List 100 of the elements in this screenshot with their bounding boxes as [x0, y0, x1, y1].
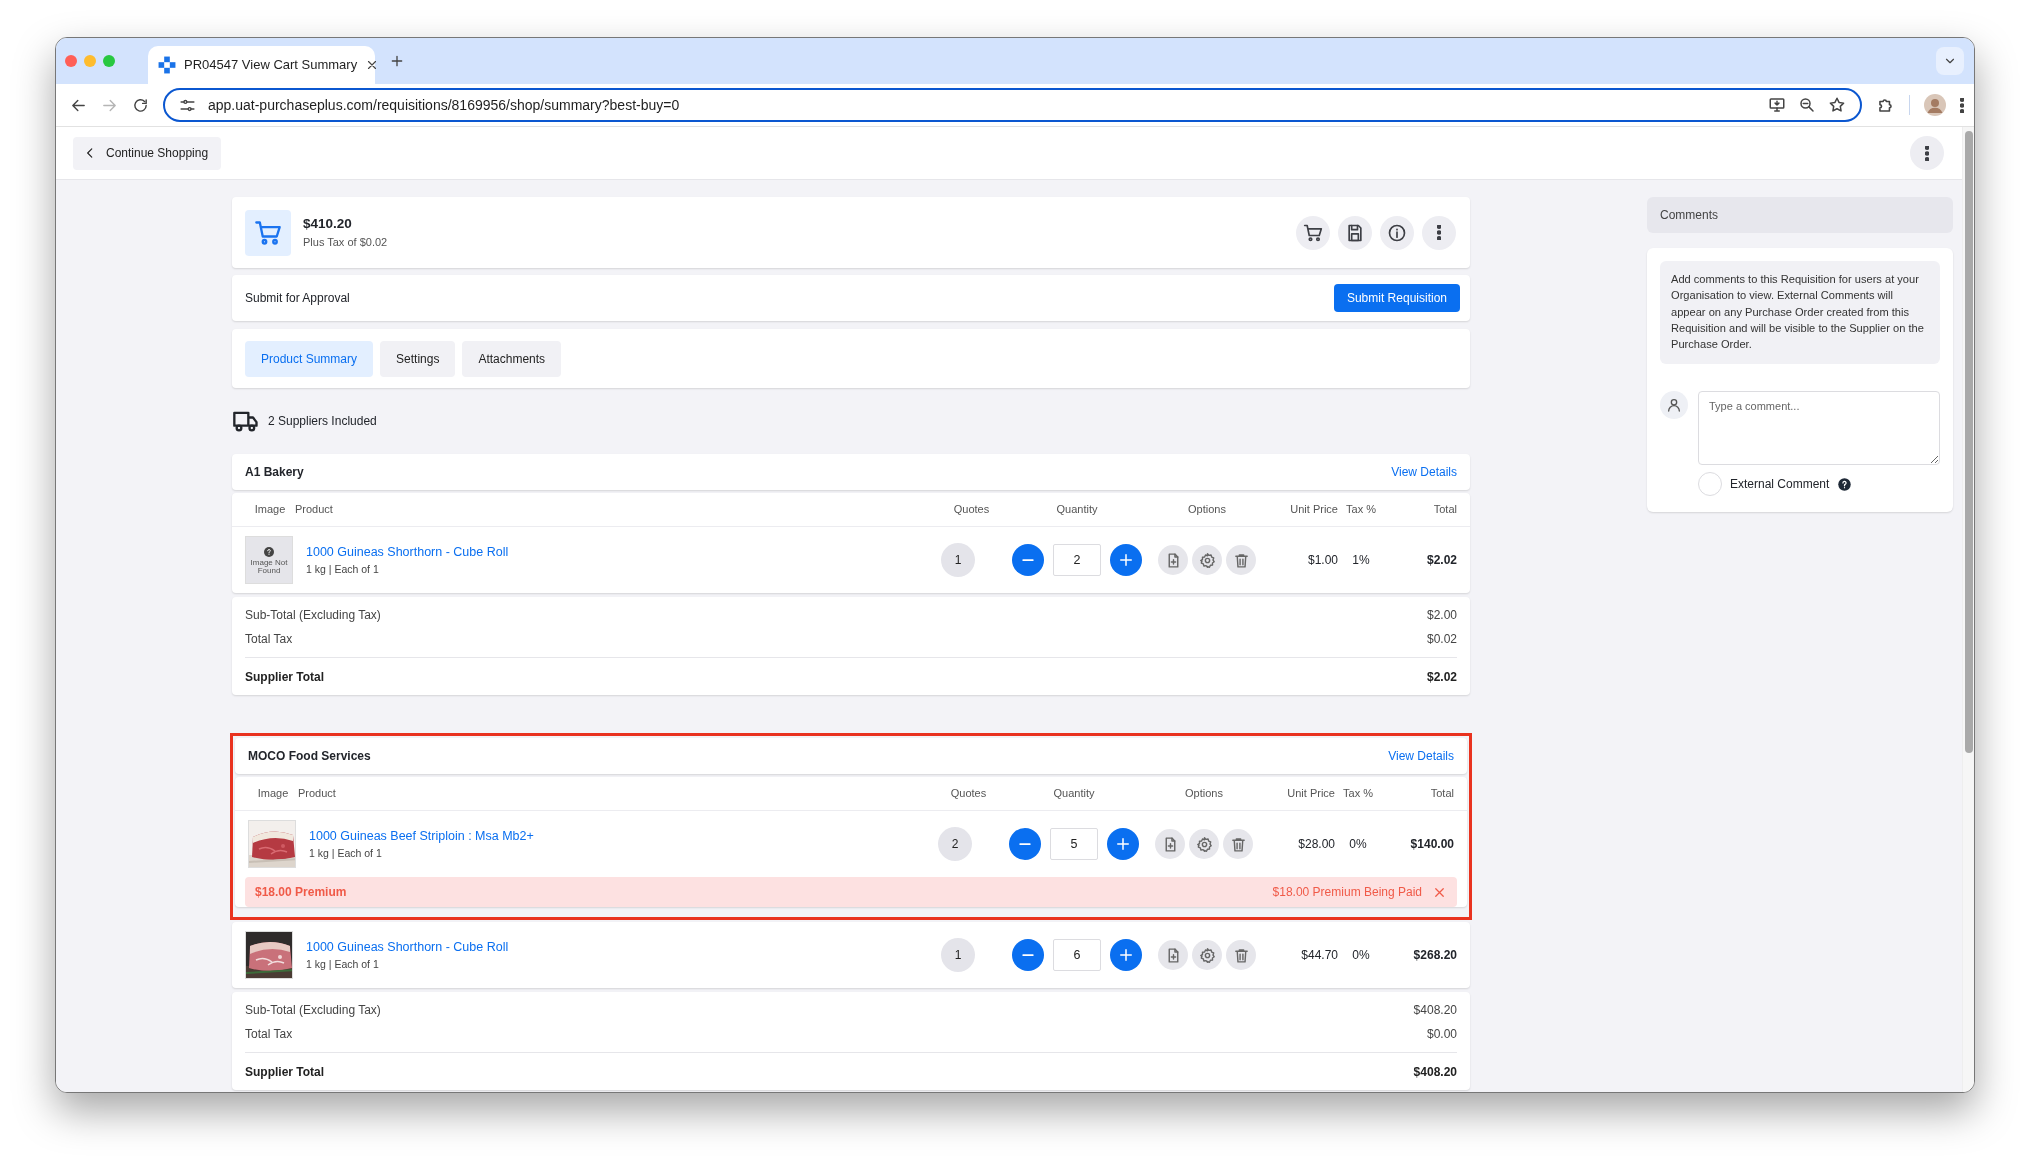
more-options-button[interactable] [1422, 215, 1456, 250]
total-value: $408.20 [1413, 1063, 1457, 1081]
premium-status: $18.00 Premium Being Paid [1272, 884, 1422, 901]
decrease-button[interactable] [1012, 544, 1044, 576]
tax-note: Plus Tax of $0.02 [303, 235, 388, 251]
product-unit: 1 kg | Each of 1 [306, 956, 380, 972]
add-note-button[interactable] [1158, 545, 1188, 575]
star-icon [1827, 96, 1846, 114]
column-header: Product [298, 786, 337, 802]
comment-field[interactable]: Type a comment... [1698, 391, 1940, 466]
view-details-link[interactable]: View Details [1391, 463, 1457, 481]
total-value: $0.02 [1426, 631, 1457, 648]
quantity-field[interactable]: 2 [1053, 544, 1101, 576]
quantity-field[interactable]: 5 [1050, 828, 1098, 860]
info-button[interactable] [1380, 215, 1414, 250]
column-header: Quotes [952, 502, 991, 518]
quantity-field[interactable]: 6 [1053, 939, 1101, 971]
add-note-button[interactable] [1155, 829, 1185, 859]
decrease-button[interactable] [1009, 828, 1041, 860]
browser-menu-button[interactable] [1959, 97, 1964, 113]
total-label: Total Tax [245, 631, 293, 648]
column-header: Options [1187, 502, 1227, 518]
add-note-button[interactable] [1158, 940, 1188, 970]
unit-price: $1.00 [1306, 552, 1338, 569]
trash-icon [1232, 551, 1250, 569]
new-tab-button[interactable] [389, 53, 405, 69]
unit-price: $44.70 [1300, 947, 1338, 964]
gear-icon [1198, 551, 1216, 569]
quotes-button[interactable]: 1 [941, 543, 975, 577]
column-header: Tax % [1345, 502, 1377, 518]
unit-price: $28.00 [1297, 836, 1335, 853]
install-icon [1767, 96, 1786, 114]
reload-button[interactable] [132, 96, 149, 114]
total-value: $408.20 [1413, 1002, 1457, 1019]
cart-button[interactable] [1296, 215, 1330, 250]
external-comment-checkbox[interactable] [1698, 472, 1722, 497]
settings-button[interactable] [1192, 545, 1222, 575]
view-details-link[interactable]: View Details [1388, 747, 1454, 765]
delete-button[interactable] [1223, 829, 1253, 859]
column-header: Image [256, 786, 290, 802]
minus-icon [1022, 558, 1034, 562]
column-header: Image [253, 502, 287, 518]
submit-requisition-button[interactable]: Submit Requisition [1333, 284, 1460, 312]
window-control-dot[interactable] [84, 55, 96, 67]
settings-button[interactable] [1192, 940, 1222, 970]
line-total: $2.02 [1425, 552, 1457, 569]
tab-title: PR04547 View Cart Summary [184, 56, 358, 75]
cart-icon [254, 218, 282, 247]
column-header: Unit Price [1289, 502, 1338, 518]
window-control-dot[interactable] [65, 55, 77, 67]
increase-button[interactable] [1107, 828, 1139, 860]
total-value: $2.02 [1426, 668, 1457, 686]
more-menu-button[interactable] [1910, 136, 1944, 170]
plus-icon [1117, 551, 1135, 569]
tab[interactable]: Settings [380, 340, 456, 377]
column-header: Unit Price [1286, 786, 1335, 802]
comments-info: Add comments to this Requisition for users at your Organisation to view. External Comments will appear on any Purchase Order created from this Requisition and will be visible to the Supplier on the Purchase Order. [1660, 261, 1940, 365]
install-app-button[interactable] [1767, 96, 1786, 114]
quotes-button[interactable]: 2 [938, 827, 972, 861]
kebab-menu-icon [1924, 145, 1930, 161]
tax-rate: 0% [1351, 947, 1371, 964]
scrollbar[interactable] [1962, 127, 1974, 1092]
kebab-menu-icon [1436, 225, 1442, 240]
gear-icon [1195, 835, 1213, 853]
continue-shopping-button[interactable]: Continue Shopping [73, 136, 222, 170]
save-button[interactable] [1338, 215, 1372, 250]
delete-button[interactable] [1226, 940, 1256, 970]
tab[interactable]: Product Summary [245, 340, 374, 377]
address-bar[interactable]: app.uat-purchaseplus.com/requisitions/8169956/shop/summary?best-buy=0 [163, 88, 1862, 122]
product-link[interactable]: 1000 Guineas Shorthorn - Cube Roll [306, 939, 509, 954]
column-header: Total [1429, 786, 1454, 802]
browser-tab[interactable]: PR04547 View Cart Summary [148, 46, 375, 84]
plus-icon [1114, 835, 1132, 853]
decrease-button[interactable] [1012, 939, 1044, 971]
column-header: Options [1184, 786, 1224, 802]
increase-button[interactable] [1110, 544, 1142, 576]
product-link[interactable]: 1000 Guineas Beef Striploin : Msa Mb2+ [309, 828, 534, 843]
total-value: $2.00 [1426, 607, 1457, 624]
reload-icon [132, 96, 149, 114]
settings-button[interactable] [1189, 829, 1219, 859]
bookmark-button[interactable] [1827, 96, 1846, 114]
minus-icon [1019, 842, 1031, 846]
quotes-button[interactable]: 1 [941, 938, 975, 972]
tab[interactable]: Attachments [462, 340, 562, 377]
supplier-name: A1 Bakery [245, 464, 304, 481]
help-icon[interactable] [1837, 477, 1853, 492]
zoom-button[interactable] [1797, 96, 1816, 114]
increase-button[interactable] [1110, 939, 1142, 971]
line-total: $140.00 [1409, 836, 1454, 853]
product-link[interactable]: 1000 Guineas Shorthorn - Cube Roll [306, 544, 509, 559]
column-header: Quantity [1055, 502, 1099, 518]
total-label: Total Tax [245, 1026, 293, 1043]
total-label: Sub-Total (Excluding Tax) [245, 607, 381, 624]
column-header: Quantity [1052, 786, 1096, 802]
profile-avatar-button[interactable] [1923, 94, 1946, 116]
user-avatar-icon [1660, 391, 1688, 420]
save-icon [1345, 222, 1365, 243]
minus-icon [1022, 953, 1034, 957]
delete-button[interactable] [1226, 545, 1256, 575]
window-control-dot[interactable] [103, 55, 115, 67]
